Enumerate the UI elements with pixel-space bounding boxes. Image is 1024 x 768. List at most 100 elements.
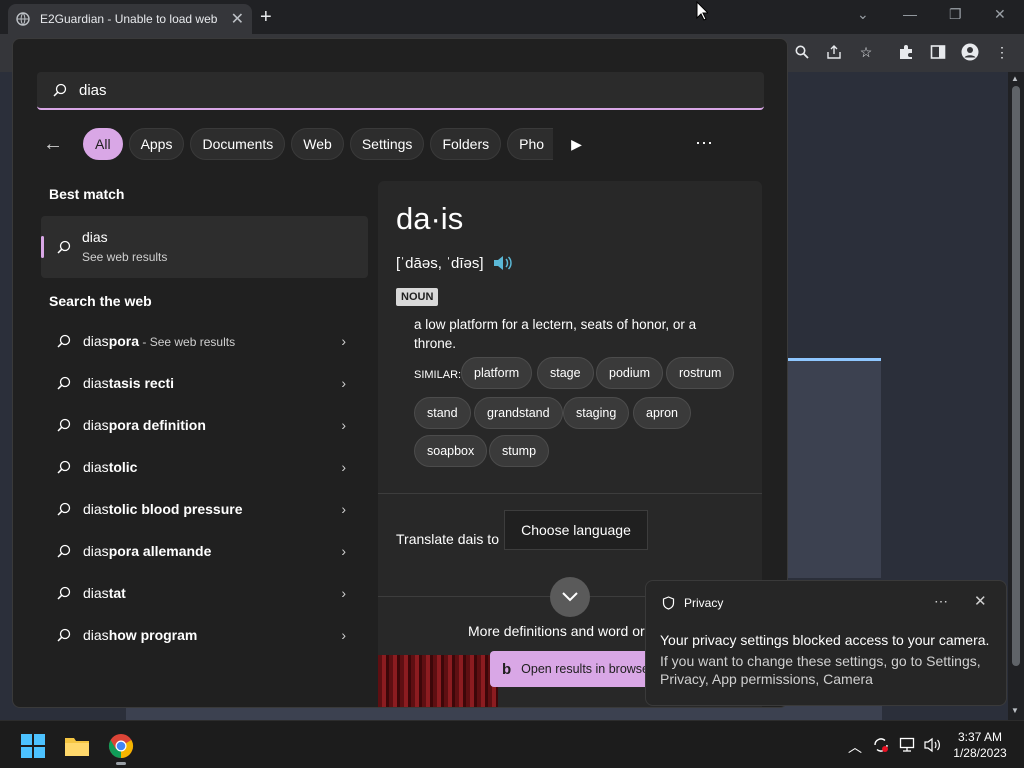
synonym-chip[interactable]: grandstand xyxy=(474,397,563,429)
chevron-right-icon[interactable]: › xyxy=(341,585,346,601)
notification-detail: If you want to change these settings, go… xyxy=(660,653,981,687)
web-suggestion-item[interactable]: diaspora - See web results › xyxy=(41,322,368,360)
synonym-chip[interactable]: stage xyxy=(537,357,594,389)
share-icon[interactable] xyxy=(825,43,843,61)
suggestion-completion: tolic blood pressure xyxy=(108,501,243,517)
synonym-chip[interactable]: soapbox xyxy=(414,435,488,467)
synonym-chip[interactable]: staging xyxy=(563,397,630,429)
extensions-icon[interactable] xyxy=(897,43,915,61)
scroll-up-icon[interactable]: ▲ xyxy=(1011,74,1019,83)
chevron-right-icon[interactable]: › xyxy=(341,375,346,391)
filter-apps[interactable]: Apps xyxy=(128,128,185,160)
windows-start-icon[interactable] xyxy=(20,733,46,759)
chevron-right-icon[interactable]: › xyxy=(341,459,346,475)
scroll-down-icon[interactable]: ▼ xyxy=(1011,706,1019,715)
minimize-icon[interactable]: — xyxy=(903,6,917,22)
chevron-right-icon[interactable]: › xyxy=(341,543,346,559)
selection-indicator xyxy=(41,236,44,258)
choose-language-button[interactable]: Choose language xyxy=(504,510,648,550)
filter-settings[interactable]: Settings xyxy=(349,128,425,160)
definition-text: a low platform for a lectern, seats of h… xyxy=(414,317,697,351)
suggestion-sub: - See web results xyxy=(139,335,236,349)
web-suggestion-item[interactable]: diastat › xyxy=(41,574,368,612)
suggestion-prefix: dias xyxy=(83,585,109,601)
filter-photos[interactable]: Pho xyxy=(507,128,554,160)
taskbar-clock[interactable]: 3:37 AM 1/28/2023 xyxy=(950,729,1010,761)
chrome-icon[interactable] xyxy=(108,733,134,759)
network-icon[interactable] xyxy=(899,737,917,753)
shield-icon xyxy=(662,596,675,610)
web-suggestion-item[interactable]: diastolic blood pressure › xyxy=(41,490,368,528)
new-tab-button[interactable]: + xyxy=(260,6,272,29)
suggestion-completion: tasis recti xyxy=(108,375,175,391)
web-suggestion-item[interactable]: diashow program › xyxy=(41,616,368,654)
synonym-chip[interactable]: platform xyxy=(461,357,533,389)
suggestion-prefix: dias xyxy=(83,375,109,391)
browser-tab[interactable]: E2Guardian - Unable to load web ✕ xyxy=(8,4,252,34)
synonym-chip[interactable]: apron xyxy=(633,397,691,429)
back-arrow-icon[interactable]: ← xyxy=(43,133,79,156)
bookmark-star-icon[interactable]: ☆ xyxy=(857,43,875,61)
page-panel xyxy=(785,358,881,578)
zoom-icon[interactable] xyxy=(793,43,811,61)
notification-close-icon[interactable]: ✕ xyxy=(974,592,987,610)
sync-icon[interactable] xyxy=(872,736,890,754)
page-scrollbar[interactable]: ▲ ▼ xyxy=(1008,72,1024,720)
profile-icon[interactable] xyxy=(961,43,979,61)
tray-overflow-icon[interactable]: ︿ xyxy=(848,737,862,757)
filter-web[interactable]: Web xyxy=(291,128,344,160)
side-panel-icon[interactable] xyxy=(929,43,947,61)
suggestion-text: diastat xyxy=(83,585,341,601)
filter-documents[interactable]: Documents xyxy=(190,128,286,160)
file-explorer-icon[interactable] xyxy=(64,733,90,759)
chevron-right-icon[interactable]: › xyxy=(341,417,346,433)
best-match-item[interactable]: dias See web results xyxy=(41,216,368,278)
more-options-icon[interactable]: ⋯ xyxy=(695,133,714,154)
web-suggestion-item[interactable]: diastasis recti › xyxy=(41,364,368,402)
web-suggestion-item[interactable]: diastolic › xyxy=(41,448,368,486)
more-filters-arrow-icon[interactable]: ▶ xyxy=(571,136,582,153)
synonym-chip[interactable]: rostrum xyxy=(666,357,735,389)
filter-folders[interactable]: Folders xyxy=(430,128,502,160)
search-icon xyxy=(57,544,71,558)
curtain-image xyxy=(378,655,498,707)
restore-icon[interactable]: ❐ xyxy=(949,6,962,23)
search-icon xyxy=(57,240,71,254)
chevron-right-icon[interactable]: › xyxy=(341,501,346,517)
suggestion-text: diashow program xyxy=(83,627,341,643)
filter-all[interactable]: All xyxy=(83,128,123,160)
more-definitions-link[interactable]: More definitions and word or xyxy=(468,623,645,639)
suggestion-completion: pora definition xyxy=(108,417,206,433)
speaker-icon[interactable] xyxy=(493,254,513,272)
search-box[interactable] xyxy=(37,72,764,110)
search-icon xyxy=(57,418,71,432)
pronunciation: [ˈdāəs, ˈdīəs] xyxy=(396,255,484,272)
search-input[interactable] xyxy=(79,81,679,99)
open-results-label: Open results in browse xyxy=(521,662,650,676)
synonym-chip[interactable]: stand xyxy=(414,397,471,429)
volume-icon[interactable] xyxy=(924,737,942,753)
scrollbar-thumb[interactable] xyxy=(1012,86,1020,666)
tab-search-chevron-icon[interactable]: ⌄ xyxy=(857,6,869,23)
suggestion-completion: tolic xyxy=(108,459,138,475)
suggestion-prefix: dias xyxy=(83,333,109,349)
part-of-speech-badge: NOUN xyxy=(396,288,439,306)
chevron-right-icon[interactable]: › xyxy=(341,333,346,349)
suggestion-completion: pora xyxy=(108,333,140,349)
notification-more-icon[interactable]: ⋯ xyxy=(934,593,948,610)
close-window-icon[interactable]: ✕ xyxy=(994,6,1006,23)
web-suggestion-item[interactable]: diaspora definition › xyxy=(41,406,368,444)
search-web-heading: Search the web xyxy=(49,293,152,309)
privacy-notification[interactable]: Privacy ⋯ ✕ Your privacy settings blocke… xyxy=(645,580,1007,706)
suggestion-text: diastolic blood pressure xyxy=(83,501,341,517)
expand-button[interactable] xyxy=(550,577,590,617)
synonym-chip[interactable]: stump xyxy=(489,435,550,467)
chevron-right-icon[interactable]: › xyxy=(341,627,346,643)
synonym-chip[interactable]: podium xyxy=(596,357,663,389)
suggestion-completion: pora allemande xyxy=(108,543,212,559)
notification-title: Privacy xyxy=(684,596,724,610)
browser-menu-icon[interactable]: ⋮ xyxy=(993,43,1011,61)
suggestion-prefix: dias xyxy=(83,627,109,643)
web-suggestion-item[interactable]: diaspora allemande › xyxy=(41,532,368,570)
close-tab-icon[interactable]: ✕ xyxy=(231,9,244,29)
